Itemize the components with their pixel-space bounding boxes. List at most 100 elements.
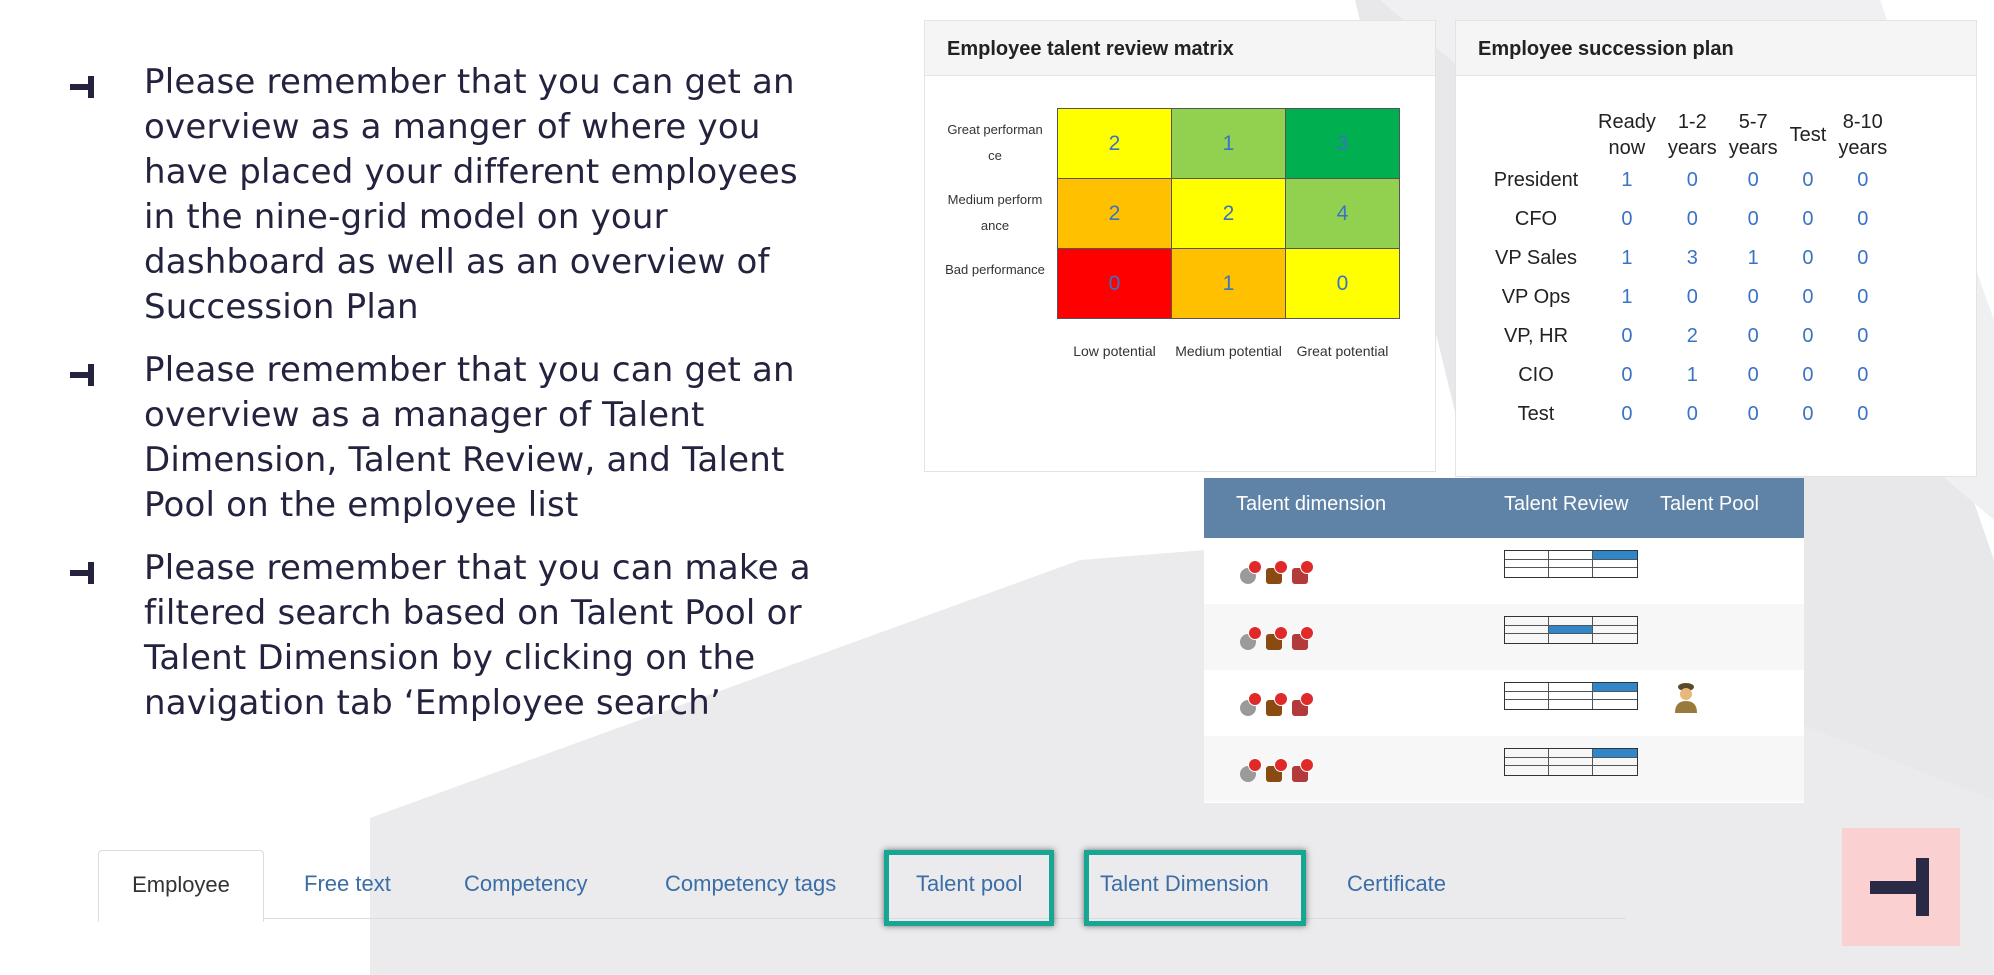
succession-count[interactable]: 0 <box>1723 200 1784 239</box>
table-row[interactable] <box>1204 538 1804 604</box>
panel-title: Employee talent review matrix <box>925 21 1435 76</box>
succession-count[interactable]: 0 <box>1662 395 1723 434</box>
succession-count[interactable]: 0 <box>1832 239 1893 278</box>
bullet-text: Please remember that you can make a filt… <box>144 548 811 723</box>
header-talent-pool: Talent Pool <box>1660 493 1759 515</box>
row-label: Bad performance <box>945 262 1045 277</box>
bullet-text: Please remember that you can get an over… <box>144 62 798 327</box>
bullet-item: Please remember that you can get an over… <box>68 60 838 330</box>
succession-count[interactable]: 0 <box>1784 278 1833 317</box>
employee-search-tabs: Employee Free text Competency Competency… <box>98 850 1626 942</box>
succession-count[interactable]: 0 <box>1784 200 1833 239</box>
succession-count[interactable]: 0 <box>1723 395 1784 434</box>
grid-cell[interactable]: 2 <box>1171 178 1286 249</box>
succession-count[interactable]: 0 <box>1832 161 1893 200</box>
succession-count[interactable]: 0 <box>1723 356 1784 395</box>
column-header-blank <box>1480 109 1592 161</box>
row-label: VP, HR <box>1503 325 1569 347</box>
succession-count[interactable]: 0 <box>1784 239 1833 278</box>
tab-free-text[interactable]: Free text <box>304 850 391 918</box>
highlight-talent-pool <box>884 850 1054 926</box>
panel-title: Employee succession plan <box>1456 21 1976 76</box>
succession-count[interactable]: 1 <box>1662 356 1723 395</box>
tab-competency-tags[interactable]: Competency tags <box>665 850 836 918</box>
succession-count[interactable]: 0 <box>1662 161 1723 200</box>
grid-cell[interactable]: 0 <box>1285 248 1400 319</box>
column-header: Ready now <box>1598 111 1656 159</box>
succession-count[interactable]: 1 <box>1592 239 1662 278</box>
door-icon <box>1266 560 1288 584</box>
succession-count[interactable]: 0 <box>1832 200 1893 239</box>
row-label: Great performance <box>947 122 1043 163</box>
tab-competency[interactable]: Competency <box>464 850 588 918</box>
row-label: Test <box>1517 403 1555 425</box>
talent-pool-person-icon <box>1675 683 1697 713</box>
succession-count[interactable]: 0 <box>1662 278 1723 317</box>
succession-count[interactable]: 0 <box>1723 161 1784 200</box>
grid-cell[interactable]: 3 <box>1285 108 1400 179</box>
talent-list-header: Talent dimension Talent Review Talent Po… <box>1204 478 1804 538</box>
employee-talent-list: Talent dimension Talent Review Talent Po… <box>1204 478 1804 803</box>
bracket-bullet-icon <box>70 562 94 584</box>
row-label: CFO <box>1514 208 1558 230</box>
bracket-logo-icon <box>1870 858 1929 916</box>
succession-count[interactable]: 0 <box>1723 278 1784 317</box>
tab-employee[interactable]: Employee <box>98 850 264 922</box>
succession-count[interactable]: 2 <box>1662 317 1723 356</box>
succession-count[interactable]: 1 <box>1723 239 1784 278</box>
row-label: VP Sales <box>1495 247 1577 269</box>
grid-cell[interactable]: 1 <box>1171 248 1286 319</box>
talent-dimension-icons <box>1240 560 1314 584</box>
row-label: CIO <box>1518 364 1554 386</box>
succession-count[interactable]: 0 <box>1723 317 1784 356</box>
succession-count[interactable]: 3 <box>1662 239 1723 278</box>
table-row[interactable] <box>1204 604 1804 670</box>
grid-cell[interactable]: 2 <box>1057 178 1172 249</box>
clock-icon <box>1240 692 1262 716</box>
talent-matrix-panel: Employee talent review matrix Great perf… <box>924 20 1436 472</box>
succession-count[interactable]: 0 <box>1784 317 1833 356</box>
grid-cell[interactable]: 4 <box>1285 178 1400 249</box>
succession-row: President 1 0 0 0 0 <box>1480 161 1893 200</box>
row-label: President <box>1493 169 1579 191</box>
clock-icon <box>1240 758 1262 782</box>
grid-cell[interactable]: 2 <box>1057 108 1172 179</box>
bracket-bullet-icon <box>70 76 94 98</box>
car-icon <box>1292 626 1314 650</box>
succession-count[interactable]: 0 <box>1592 317 1662 356</box>
succession-row: Test 0 0 0 0 0 <box>1480 395 1893 434</box>
grid-cell[interactable]: 1 <box>1171 108 1286 179</box>
grid-cell[interactable]: 0 <box>1057 248 1172 319</box>
succession-count[interactable]: 0 <box>1784 161 1833 200</box>
header-talent-dimension: Talent dimension <box>1236 493 1387 515</box>
table-row[interactable] <box>1204 736 1804 802</box>
succession-count[interactable]: 0 <box>1592 200 1662 239</box>
succession-count[interactable]: 0 <box>1832 395 1893 434</box>
row-label: Medium performance <box>947 192 1043 233</box>
succession-count[interactable]: 0 <box>1832 278 1893 317</box>
bracket-bullet-icon <box>70 364 94 386</box>
car-icon <box>1292 692 1314 716</box>
succession-count[interactable]: 1 <box>1592 161 1662 200</box>
succession-row: CFO 0 0 0 0 0 <box>1480 200 1893 239</box>
succession-count[interactable]: 0 <box>1662 200 1723 239</box>
succession-count[interactable]: 0 <box>1832 356 1893 395</box>
door-icon <box>1266 758 1288 782</box>
bullet-text: Please remember that you can get an over… <box>144 350 795 525</box>
succession-count[interactable]: 0 <box>1592 395 1662 434</box>
succession-count[interactable]: 0 <box>1784 395 1833 434</box>
succession-count[interactable]: 1 <box>1592 278 1662 317</box>
bullet-item: Please remember that you can make a filt… <box>68 546 838 726</box>
talent-review-grid <box>1504 682 1638 710</box>
column-label: Medium potential <box>1175 343 1282 359</box>
door-icon <box>1266 692 1288 716</box>
table-row[interactable] <box>1204 670 1804 736</box>
succession-row: VP Sales 1 3 1 0 0 <box>1480 239 1893 278</box>
succession-count[interactable]: 0 <box>1784 356 1833 395</box>
tab-certificate[interactable]: Certificate <box>1347 850 1446 918</box>
succession-count[interactable]: 0 <box>1832 317 1893 356</box>
succession-count[interactable]: 0 <box>1592 356 1662 395</box>
talent-review-grid <box>1504 616 1638 644</box>
column-label: Low potential <box>1073 343 1156 359</box>
talent-review-grid <box>1504 550 1638 578</box>
